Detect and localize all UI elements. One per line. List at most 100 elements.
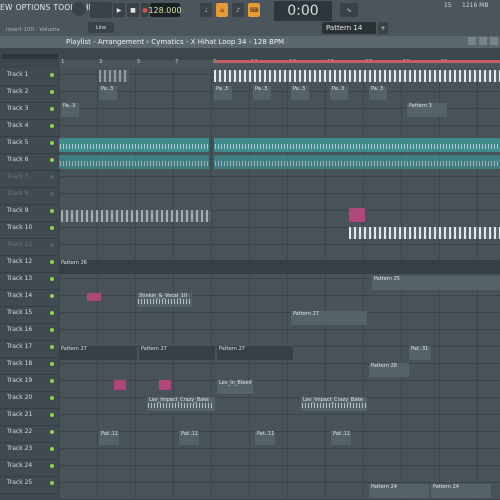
track-header[interactable]: Track 25: [0, 476, 59, 494]
pattern-clip[interactable]: Pattern 26: [59, 260, 500, 274]
pattern-clip[interactable]: Pa..3: [369, 86, 387, 100]
pattern-clip[interactable]: Pa..3: [253, 86, 271, 100]
pattern-clip[interactable]: Pattern 3: [407, 103, 447, 117]
fx-clip[interactable]: [87, 293, 101, 301]
pattern-clip[interactable]: Pat..11: [179, 431, 199, 445]
pattern-clip[interactable]: Pattern 27: [217, 346, 293, 360]
track-header[interactable]: Track 4: [0, 119, 59, 137]
track-mute-icon[interactable]: [50, 73, 54, 77]
stop-button[interactable]: ■: [127, 3, 139, 17]
pattern-clip[interactable]: Pat..11: [255, 431, 275, 445]
pattern-clip[interactable]: Pattern 28: [369, 363, 409, 377]
track-header[interactable]: Track 24: [0, 459, 59, 477]
track-header[interactable]: Track 3: [0, 102, 59, 120]
track-header[interactable]: Track 9: [0, 204, 59, 222]
pattern-clip[interactable]: Pat..31: [409, 346, 431, 360]
pattern-clip[interactable]: Pattern 27: [59, 346, 137, 360]
pattern-clip[interactable]: Pattern 24: [431, 484, 491, 498]
pattern-mode-switch[interactable]: [90, 2, 112, 18]
track-header[interactable]: Track 17: [0, 340, 59, 358]
horizontal-zoom-scrollbar[interactable]: [2, 54, 58, 59]
hihat-loop-clips[interactable]: [214, 70, 500, 82]
track-header[interactable]: Track 6: [0, 153, 59, 171]
line-mode-select[interactable]: Line: [88, 22, 114, 33]
track-header[interactable]: Track 10: [0, 221, 59, 239]
maximize-icon[interactable]: [479, 37, 487, 45]
track-mute-icon[interactable]: [50, 158, 54, 162]
pattern-clip[interactable]: Pattern 24: [369, 484, 429, 498]
pattern-clip[interactable]: Pattern 25: [372, 276, 500, 290]
track-mute-icon[interactable]: [50, 260, 54, 264]
audio-clip[interactable]: [214, 138, 500, 152]
fx-clip[interactable]: [114, 380, 126, 390]
pattern-clip[interactable]: Pa..3: [330, 86, 348, 100]
pattern-clip[interactable]: Pattern 27: [291, 311, 367, 325]
track-header[interactable]: Track 21: [0, 408, 59, 426]
track-header[interactable]: Track 18: [0, 357, 59, 375]
track-header[interactable]: Track 20: [0, 391, 59, 409]
track-header[interactable]: Track 19: [0, 374, 59, 392]
track-header[interactable]: Track 13: [0, 272, 59, 290]
track-mute-icon[interactable]: [50, 396, 54, 400]
track-header[interactable]: Track 7: [0, 170, 59, 188]
track-header[interactable]: Track 8: [0, 187, 59, 205]
fx-clip[interactable]: [159, 380, 171, 390]
track-header[interactable]: Track 22: [0, 425, 59, 443]
track-mute-icon[interactable]: [50, 124, 54, 128]
pattern-clip[interactable]: Pa..3: [291, 86, 309, 100]
audio-clip[interactable]: Lev_Impact_Crazy_Bake: [301, 397, 367, 411]
track-header[interactable]: Track 5: [0, 136, 59, 154]
track-header[interactable]: Track 14: [0, 289, 59, 307]
track-mute-icon[interactable]: [50, 464, 54, 468]
track-header[interactable]: Track 16: [0, 323, 59, 341]
pattern-clip[interactable]: Pat..11: [331, 431, 351, 445]
track-mute-icon[interactable]: [50, 345, 54, 349]
track-mute-icon[interactable]: [50, 481, 54, 485]
snare-roll-clips[interactable]: [349, 227, 500, 239]
track-mute-icon[interactable]: [50, 141, 54, 145]
pattern-selector[interactable]: Pattern 14: [322, 22, 376, 34]
fx-hits-clips[interactable]: [61, 210, 211, 222]
pattern-song-toggle-icon[interactable]: [72, 2, 86, 16]
wait-record-icon[interactable]: ⌂: [216, 3, 228, 17]
pattern-clip[interactable]: Pa..3: [214, 86, 232, 100]
loop-region-marker[interactable]: [215, 60, 500, 63]
track-header[interactable]: Track 23: [0, 442, 59, 460]
riser-clip[interactable]: [349, 208, 365, 222]
close-icon[interactable]: [490, 37, 498, 45]
track-mute-icon[interactable]: [50, 107, 54, 111]
pattern-clip[interactable]: Pa..3: [61, 103, 79, 117]
audio-clip[interactable]: [214, 155, 500, 169]
playlist-grid[interactable]: Pa..3 Pa..3 Pa..3 Pa..3 Pa..3 Pa..3 Pa..…: [59, 68, 500, 500]
track-mute-icon[interactable]: [50, 192, 54, 196]
track-mute-icon[interactable]: [50, 243, 54, 247]
menu-options[interactable]: OPTIONS: [16, 3, 51, 17]
track-mute-icon[interactable]: [50, 362, 54, 366]
track-mute-icon[interactable]: [50, 209, 54, 213]
audio-clip[interactable]: Stinkin_&_Vocal_10: [137, 293, 192, 307]
track-header[interactable]: Track 12: [0, 255, 59, 273]
audio-clip[interactable]: Lev_Impact_Crazy_Bake: [147, 397, 215, 411]
track-mute-icon[interactable]: [50, 430, 54, 434]
track-mute-icon[interactable]: [50, 447, 54, 451]
track-mute-icon[interactable]: [50, 175, 54, 179]
track-header[interactable]: Track 2: [0, 85, 59, 103]
track-header[interactable]: Track 11: [0, 238, 59, 256]
track-mute-icon[interactable]: [50, 294, 54, 298]
pattern-clip[interactable]: Pat..11: [99, 431, 119, 445]
countdown-icon[interactable]: ♪: [232, 3, 244, 17]
step-edit-icon[interactable]: ⌨: [248, 3, 260, 17]
track-mute-icon[interactable]: [50, 226, 54, 230]
pattern-clip[interactable]: Pattern 27: [139, 346, 215, 360]
pattern-clip[interactable]: Pa..3: [99, 86, 117, 100]
track-mute-icon[interactable]: [50, 277, 54, 281]
audio-clip[interactable]: Lev_In_Bleed: [217, 380, 253, 394]
add-pattern-icon[interactable]: +: [378, 22, 388, 34]
menu-view[interactable]: EW: [0, 3, 13, 17]
track-header[interactable]: Track 1: [0, 68, 59, 86]
audio-clip[interactable]: [59, 155, 209, 169]
track-mute-icon[interactable]: [50, 379, 54, 383]
tempo-display[interactable]: 128.000: [148, 3, 182, 17]
intro-hits-clips[interactable]: [99, 70, 129, 82]
track-mute-icon[interactable]: [50, 90, 54, 94]
